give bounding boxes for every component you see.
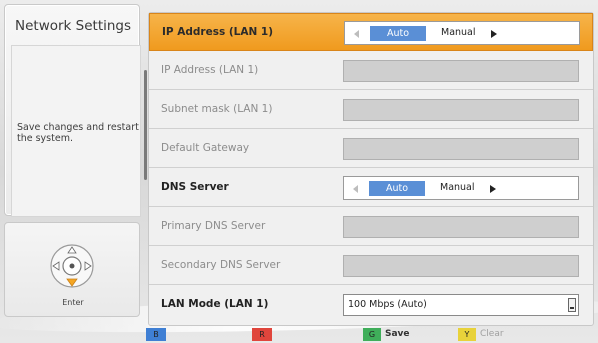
blue-button[interactable]: B	[146, 328, 166, 341]
row-default-gateway: Default Gateway	[149, 130, 593, 168]
ip-address-field	[343, 60, 579, 82]
row-primary-dns: Primary DNS Server	[149, 208, 593, 246]
help-box: Save changes and restart the system.	[11, 45, 141, 217]
nav-panel: Enter	[4, 222, 140, 317]
arrow-left-icon[interactable]	[354, 30, 359, 38]
green-button[interactable]: G	[363, 328, 381, 341]
title-panel: Network Settings Save changes and restar…	[4, 4, 141, 217]
option-auto[interactable]: Auto	[370, 26, 426, 41]
row-ip-address-mode[interactable]: IP Address (LAN 1) Auto Manual	[149, 13, 593, 51]
dropdown-scroll-icon[interactable]	[568, 298, 576, 312]
settings-list: IP Address (LAN 1) Auto Manual IP Addres…	[148, 12, 594, 326]
lan-mode-dropdown[interactable]: 100 Mbps (Auto)	[343, 294, 579, 316]
option-manual[interactable]: Manual	[441, 27, 476, 38]
row-dns-server-mode[interactable]: DNS Server Auto Manual	[149, 169, 593, 207]
page-title: Network Settings	[15, 18, 132, 34]
help-text: Save changes and restart the system.	[17, 122, 139, 144]
enter-label: Enter	[62, 298, 84, 307]
row-label: LAN Mode (LAN 1)	[161, 298, 269, 310]
row-ip-address: IP Address (LAN 1)	[149, 52, 593, 90]
row-label: DNS Server	[161, 181, 229, 193]
row-label: IP Address (LAN 1)	[162, 26, 274, 38]
clear-label: Clear	[480, 329, 504, 339]
row-subnet-mask: Subnet mask (LAN 1)	[149, 91, 593, 129]
option-manual[interactable]: Manual	[440, 182, 475, 193]
arrow-right-icon[interactable]	[490, 185, 496, 193]
arrow-right-icon[interactable]	[491, 30, 497, 38]
option-auto[interactable]: Auto	[369, 181, 425, 196]
yellow-button[interactable]: Y	[458, 328, 476, 341]
scrollbar[interactable]	[144, 70, 147, 180]
row-label: IP Address (LAN 1)	[161, 64, 259, 76]
arrow-left-icon[interactable]	[353, 185, 358, 193]
secondary-dns-field	[343, 255, 579, 277]
default-gateway-field	[343, 138, 579, 160]
ip-mode-selector[interactable]: Auto Manual	[344, 21, 580, 45]
primary-dns-field	[343, 216, 579, 238]
subnet-mask-field	[343, 99, 579, 121]
dpad-icon[interactable]	[49, 243, 95, 289]
row-lan-mode[interactable]: LAN Mode (LAN 1) 100 Mbps (Auto)	[149, 286, 593, 324]
dns-mode-selector[interactable]: Auto Manual	[343, 176, 579, 200]
row-secondary-dns: Secondary DNS Server	[149, 247, 593, 285]
red-button[interactable]: R	[252, 328, 272, 341]
lan-mode-value: 100 Mbps (Auto)	[348, 299, 427, 310]
row-label: Default Gateway	[161, 142, 250, 154]
row-label: Primary DNS Server	[161, 220, 266, 232]
save-label: Save	[385, 329, 410, 339]
row-label: Secondary DNS Server	[161, 259, 281, 271]
row-label: Subnet mask (LAN 1)	[161, 103, 273, 115]
